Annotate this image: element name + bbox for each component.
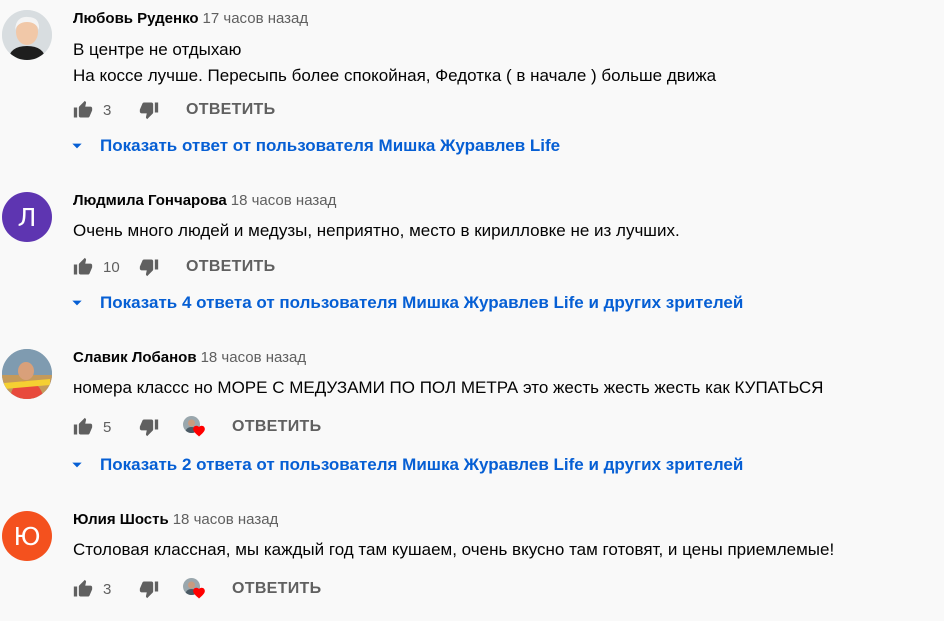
creator-heart [183, 578, 205, 600]
heart-icon [193, 587, 205, 599]
comment-text: номера классс но МОРЕ С МЕДУЗАМИ ПО ПОЛ … [73, 375, 823, 401]
comment-time[interactable]: 18 часов назад [201, 349, 307, 366]
reply-button[interactable]: ОТВЕТИТЬ [232, 418, 321, 436]
avatar[interactable] [2, 349, 52, 399]
thumbs-down-icon[interactable] [139, 100, 159, 120]
comment-text: Очень много людей и медузы, неприятно, м… [73, 218, 680, 244]
show-replies-label: Показать 2 ответа от пользователя Мишка … [100, 455, 744, 474]
comment-actions: 10 ОТВЕТИТЬ [73, 255, 275, 279]
avatar[interactable]: Ю [2, 511, 52, 561]
comment-line: Столовая классная, мы каждый год там куш… [73, 540, 835, 559]
reply-button[interactable]: ОТВЕТИТЬ [232, 580, 321, 598]
like-count: 5 [103, 418, 112, 436]
comment-text: Столовая классная, мы каждый год там куш… [73, 537, 834, 563]
caret-down-icon [72, 462, 82, 468]
comment-line: Очень много людей и медузы, неприятно, м… [73, 221, 680, 240]
like-count: 3 [103, 580, 112, 598]
comment-line: На коссе лучше. Пересыпь более спокойная… [73, 66, 717, 85]
thumbs-up-icon[interactable] [73, 100, 93, 120]
comment-text: В центре не отдыхаю На коссе лучше. Пере… [73, 37, 716, 89]
thumbs-down-icon[interactable] [139, 579, 159, 599]
comment-header: Любовь Руденко 17 часов назад [73, 10, 308, 27]
avatar-letter: Л [17, 202, 37, 232]
comment-actions: 5 ОТВЕТИТЬ [73, 415, 321, 439]
comment-author[interactable]: Людмила Гончарова [73, 192, 227, 209]
thumbs-down-icon[interactable] [139, 417, 159, 437]
comment-actions: 3 ОТВЕТИТЬ [73, 98, 275, 122]
thumbs-down-icon[interactable] [139, 257, 159, 277]
creator-heart [183, 416, 205, 438]
comment-line: номера классс но МОРЕ С МЕДУЗАМИ ПО ПОЛ … [73, 378, 824, 397]
thumbs-up-icon[interactable] [73, 257, 93, 277]
comment-time[interactable]: 18 часов назад [231, 192, 337, 209]
reply-button[interactable]: ОТВЕТИТЬ [186, 258, 275, 276]
caret-down-icon [72, 143, 82, 149]
comment-header: Славик Лобанов 18 часов назад [73, 349, 306, 366]
avatar[interactable]: Л [2, 192, 52, 242]
show-replies-label: Показать 4 ответа от пользователя Мишка … [100, 293, 744, 312]
like-count: 10 [103, 258, 120, 276]
thumbs-up-icon[interactable] [73, 579, 93, 599]
comment-time[interactable]: 17 часов назад [203, 10, 309, 27]
heart-icon [193, 425, 205, 437]
comment-time[interactable]: 18 часов назад [173, 511, 279, 528]
avatar-letter: Ю [13, 521, 41, 551]
comment-author[interactable]: Любовь Руденко [73, 10, 199, 27]
comment-line: В центре не отдыхаю [73, 40, 242, 59]
like-count: 3 [103, 101, 112, 119]
caret-down-icon [72, 300, 82, 306]
comment-author[interactable]: Славик Лобанов [73, 349, 197, 366]
show-replies-button[interactable]: Показать 4 ответа от пользователя Мишка … [70, 293, 743, 313]
show-replies-label: Показать ответ от пользователя Мишка Жур… [100, 136, 561, 155]
comment-header: Юлия Шость 18 часов назад [73, 511, 278, 528]
show-replies-button[interactable]: Показать 2 ответа от пользователя Мишка … [70, 455, 743, 475]
user-photo-icon [2, 10, 52, 60]
comment-actions: 3 ОТВЕТИТЬ [73, 577, 321, 601]
reply-button[interactable]: ОТВЕТИТЬ [186, 101, 275, 119]
show-replies-button[interactable]: Показать ответ от пользователя Мишка Жур… [70, 136, 560, 156]
user-photo-icon [2, 349, 52, 399]
comment-header: Людмила Гончарова 18 часов назад [73, 192, 336, 209]
comment-author[interactable]: Юлия Шость [73, 511, 169, 528]
avatar[interactable] [2, 10, 52, 60]
thumbs-up-icon[interactable] [73, 417, 93, 437]
